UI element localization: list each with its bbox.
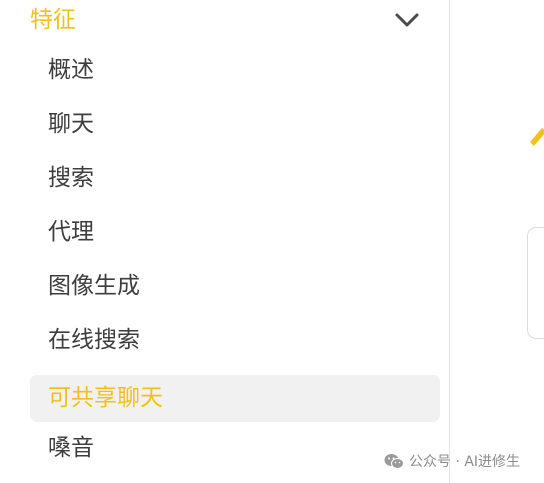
nav-item-label: 搜索 bbox=[48, 165, 94, 191]
nav-item-label: 图像生成 bbox=[48, 273, 140, 299]
chevron-down-icon[interactable] bbox=[394, 10, 420, 30]
nav-item-label: 聊天 bbox=[48, 111, 94, 137]
nav-item-shareable-chat[interactable]: 可共享聊天 bbox=[30, 375, 440, 422]
wechat-icon bbox=[384, 453, 404, 469]
nav-item-image-generation[interactable]: 图像生成 bbox=[30, 263, 440, 310]
sidebar: 特征 概述 聊天 搜索 代理 图像生成 在线搜索 可共享聊天 嗓音 bbox=[0, 0, 450, 483]
nav-item-online-search[interactable]: 在线搜索 bbox=[30, 317, 440, 364]
nav-item-label: 嗓音 bbox=[48, 435, 94, 461]
nav-item-search[interactable]: 搜索 bbox=[30, 155, 440, 202]
nav-item-label: 可共享聊天 bbox=[48, 385, 163, 411]
nav-item-label: 代理 bbox=[48, 219, 94, 245]
section-header-features[interactable]: 特征 bbox=[0, 0, 449, 40]
content-area bbox=[450, 0, 544, 483]
page-root: 特征 概述 聊天 搜索 代理 图像生成 在线搜索 可共享聊天 嗓音 公众号 · … bbox=[0, 0, 544, 483]
pencil-icon bbox=[530, 128, 544, 146]
section-title: 特征 bbox=[30, 7, 76, 33]
watermark-text: 公众号 · AI进修生 bbox=[409, 454, 521, 470]
nav-item-label: 在线搜索 bbox=[48, 327, 140, 353]
nav-item-overview[interactable]: 概述 bbox=[30, 47, 440, 94]
nav-item-label: 概述 bbox=[48, 57, 94, 83]
watermark: 公众号 · AI进修生 bbox=[384, 451, 520, 471]
nav-item-chat[interactable]: 聊天 bbox=[30, 101, 440, 148]
nav-item-agents[interactable]: 代理 bbox=[30, 209, 440, 256]
content-card bbox=[527, 227, 544, 339]
nav-item-voice[interactable]: 嗓音 bbox=[30, 425, 440, 472]
